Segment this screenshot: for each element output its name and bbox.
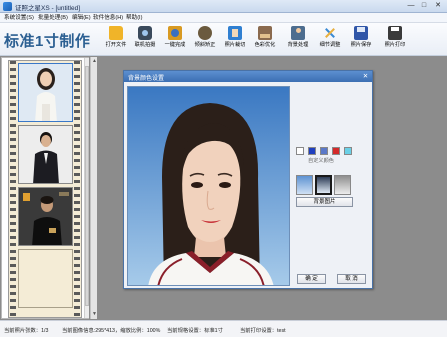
dialog-title: 背景颜色设置 xyxy=(128,76,165,82)
color-swatches xyxy=(296,147,358,157)
swatch-blue[interactable] xyxy=(308,147,316,155)
swatch-red[interactable] xyxy=(332,147,340,155)
menu-system-settings[interactable]: 系统设置(S) xyxy=(4,14,34,22)
workspace-scrollbar[interactable]: ▲ ▼ xyxy=(90,57,97,319)
status-print: 当前打印设置：test xyxy=(240,328,286,334)
close-button[interactable]: ✕ xyxy=(431,1,445,11)
crop-icon xyxy=(228,26,242,40)
film-perforation-left xyxy=(10,61,16,317)
film-frame-1[interactable] xyxy=(18,63,73,122)
background-icon xyxy=(291,26,305,40)
tilt-correct-button[interactable]: 倾斜矫正 xyxy=(188,25,222,54)
thumbnail-woman-white xyxy=(19,64,72,121)
menu-help[interactable]: 帮助(I) xyxy=(126,14,142,22)
swatch-white[interactable] xyxy=(296,147,304,155)
dialog-title-bar: 背景颜色设置 ✕ xyxy=(124,71,372,82)
menu-edit[interactable]: 编辑(E) xyxy=(72,14,91,22)
camera-icon xyxy=(138,26,152,40)
dialog-close-button[interactable]: ✕ xyxy=(361,72,370,81)
status-image-info: 当前图像信息:295*413，缩放比例：100% xyxy=(62,328,161,334)
thumbnail-man-suit xyxy=(19,126,72,183)
color-optimize-icon xyxy=(258,26,272,40)
film-frame-3[interactable] xyxy=(18,187,73,246)
scroll-up-arrow-icon[interactable]: ▲ xyxy=(92,58,97,64)
film-perforation-right xyxy=(74,61,80,317)
menu-software-info[interactable]: 软件信息(H) xyxy=(93,14,123,22)
scroll-down-arrow-icon[interactable]: ▼ xyxy=(92,311,97,317)
crop-button[interactable]: 照片裁切 xyxy=(218,25,252,54)
status-bar: 当前照片张数：1/3 当前图像信息:295*413，缩放比例：100% 当前规格… xyxy=(0,320,447,337)
one-click-icon xyxy=(168,26,182,40)
gradient-options xyxy=(296,175,353,197)
photo-preview xyxy=(127,86,290,286)
status-spec: 当前规格设置：标准1寸 xyxy=(167,328,223,334)
detail-adjust-button[interactable]: 细节调整 xyxy=(313,25,347,54)
thumbnail-man-dark xyxy=(19,188,72,245)
status-photo-count: 当前照片张数：1/3 xyxy=(4,328,49,334)
swatch-light-blue[interactable] xyxy=(320,147,328,155)
custom-color-label[interactable]: 自定义颜色 xyxy=(308,157,334,164)
app-icon xyxy=(3,2,12,11)
film-strip-panel xyxy=(1,57,89,319)
save-photo-button[interactable]: 照片保存 xyxy=(344,25,378,54)
film-strip-scroll-thumb[interactable] xyxy=(85,66,89,306)
folder-icon xyxy=(109,26,123,40)
film-strip xyxy=(8,60,82,318)
maximize-button[interactable]: □ xyxy=(418,1,430,11)
menu-bar: 系统设置(S) 批量处理(B) 编辑(E) 软件信息(H) 帮助(I) xyxy=(0,13,447,23)
color-optimize-button[interactable]: 色彩优化 xyxy=(248,25,282,54)
film-strip-scrollbar[interactable] xyxy=(84,58,89,318)
minimize-button[interactable]: — xyxy=(405,1,417,11)
film-frame-2[interactable] xyxy=(18,125,73,184)
toolbar: 标准1寸制作 打开文件 联机拍摄 一键完成 倾斜矫正 照片裁切 色彩优化 背景处… xyxy=(0,23,447,56)
background-color-dialog: 背景颜色设置 ✕ 自定义颜色 背景图片 确 定 取 消 xyxy=(123,70,373,289)
camera-capture-button[interactable]: 联机拍摄 xyxy=(128,25,162,54)
window-title: 证照之星XS - [untitled] xyxy=(15,5,81,12)
gradient-blue[interactable] xyxy=(296,175,313,195)
swatch-cyan[interactable] xyxy=(344,147,352,155)
brand-title: 标准1寸制作 xyxy=(4,33,91,50)
film-frame-empty xyxy=(18,249,73,308)
tilt-correct-icon xyxy=(198,26,212,40)
ok-button[interactable]: 确 定 xyxy=(297,274,326,284)
background-button[interactable]: 背景处理 xyxy=(281,25,315,54)
title-bar: 证照之星XS - [untitled] — □ ✕ xyxy=(0,0,447,13)
gradient-gray[interactable] xyxy=(334,175,351,195)
print-icon xyxy=(388,26,402,40)
print-photo-button[interactable]: 照片打印 xyxy=(378,25,412,54)
gradient-dark-blue-selected[interactable] xyxy=(315,175,332,195)
background-image-button[interactable]: 背景图片 xyxy=(296,197,353,207)
detail-adjust-icon xyxy=(323,26,337,40)
menu-batch-process[interactable]: 批量处理(B) xyxy=(38,14,68,22)
portrait-preview-image xyxy=(128,87,289,285)
save-icon xyxy=(354,26,368,40)
cancel-button[interactable]: 取 消 xyxy=(337,274,366,284)
one-click-button[interactable]: 一键完成 xyxy=(158,25,192,54)
